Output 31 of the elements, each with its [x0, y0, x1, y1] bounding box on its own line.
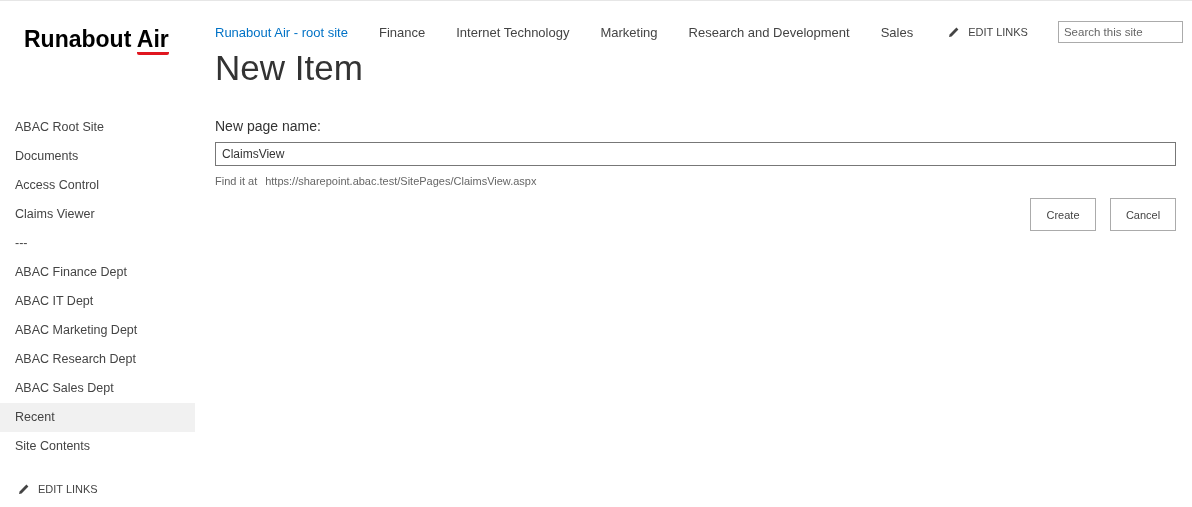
search-field[interactable]: Search this site [1057, 21, 1183, 43]
top-nav-link[interactable]: Research and Development [688, 24, 850, 40]
form-button[interactable]: Create [1030, 198, 1096, 231]
sidebar-item[interactable]: Site Contents [0, 432, 195, 461]
edit-links-link[interactable]: EDIT LINKS [18, 483, 98, 495]
page-title: New Item [215, 48, 364, 89]
page-name-field[interactable]: ClaimsView [215, 142, 1176, 166]
sidebar-item[interactable]: Claims Viewer [0, 200, 195, 229]
sidebar-item[interactable]: ABAC Sales Dept [0, 374, 195, 403]
sidebar-item[interactable]: ABAC Research Dept [0, 345, 195, 374]
sidebar-item[interactable]: Recent [0, 403, 195, 432]
top-nav-link[interactable]: Runabout Air - root site [215, 24, 348, 40]
page-url: https://sharepoint.abac.test/SitePages/ClaimsView.aspx [265, 175, 537, 187]
top-nav-link[interactable]: Internet Technology [456, 24, 570, 40]
sidebar-item[interactable]: ABAC Finance Dept [0, 258, 195, 287]
top-nav-link[interactable]: Finance [378, 24, 426, 40]
hint-label: Find it at [215, 175, 258, 187]
field-label: New page name: [215, 118, 322, 134]
sidebar-item[interactable]: --- [0, 229, 195, 258]
site-logo[interactable]: Runabout Air [24, 26, 195, 113]
pencil-icon [18, 483, 30, 495]
sidebar-item[interactable]: ABAC Marketing Dept [0, 316, 195, 345]
sidebar-item[interactable]: ABAC Root Site [0, 113, 195, 142]
top-nav-link[interactable]: Sales [880, 24, 914, 40]
top-nav-link[interactable]: Marketing [600, 24, 658, 40]
sidebar-item[interactable]: Access Control [0, 171, 195, 200]
sidebar-item[interactable]: ABAC IT Dept [0, 287, 195, 316]
edit-links-link[interactable]: EDIT LINKS [948, 26, 1028, 38]
sidebar-item[interactable]: Documents [0, 142, 195, 171]
form-button[interactable]: Cancel [1110, 198, 1176, 231]
pencil-icon [948, 26, 961, 38]
